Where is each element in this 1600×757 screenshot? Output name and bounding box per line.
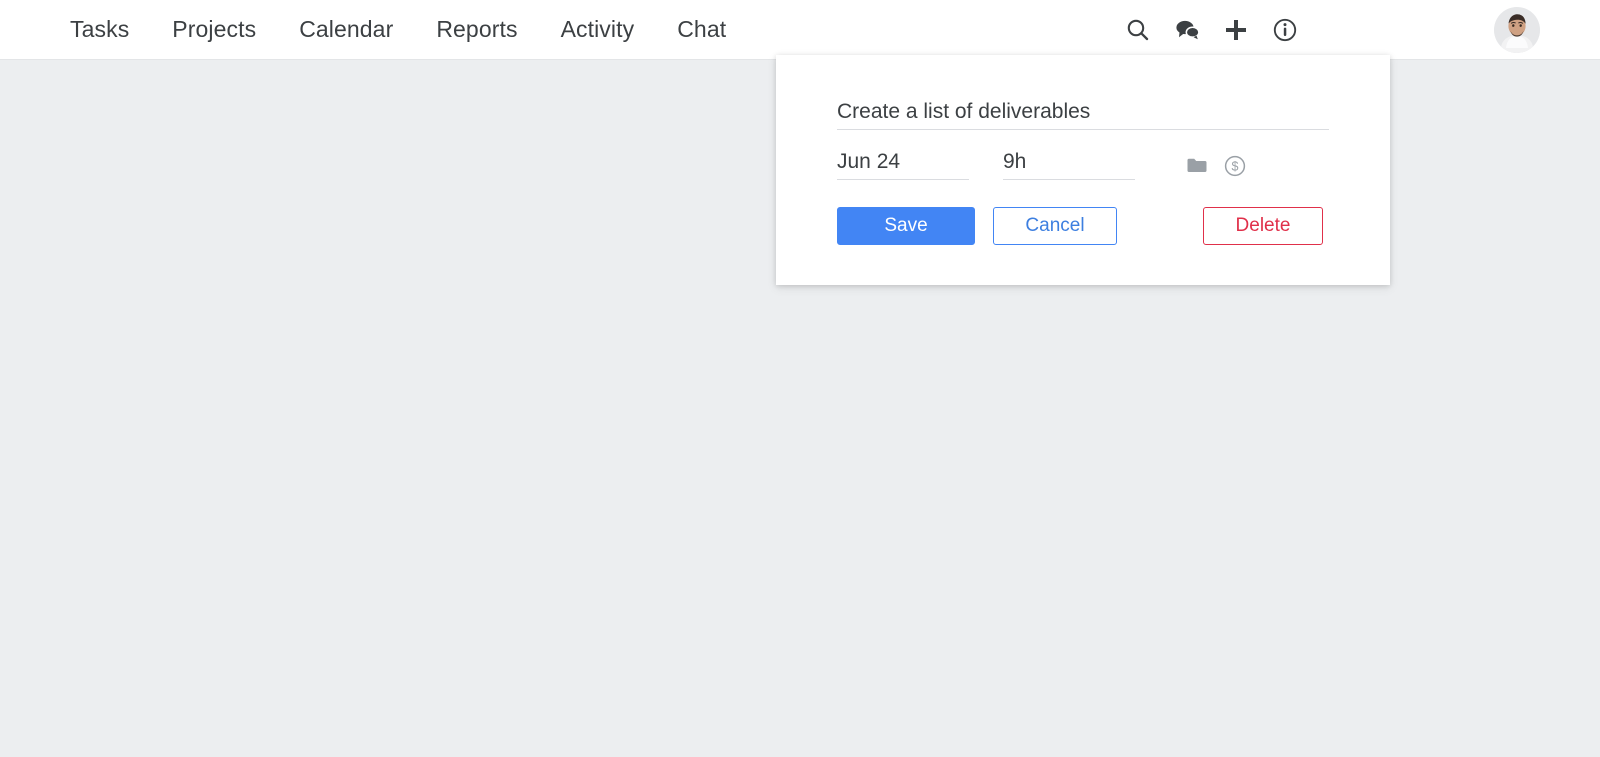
task-title-underline	[837, 129, 1329, 130]
task-date-field[interactable]: Jun 24	[837, 147, 969, 180]
nav-item-chat[interactable]: Chat	[677, 18, 726, 41]
main-navigation: Tasks Projects Calendar Reports Activity…	[70, 18, 726, 41]
nav-item-calendar[interactable]: Calendar	[299, 18, 393, 41]
dollar-circle-icon[interactable]: $	[1221, 152, 1249, 180]
task-date-value[interactable]: Jun 24	[837, 147, 969, 177]
task-date-underline	[837, 179, 969, 180]
folder-icon[interactable]	[1183, 152, 1211, 180]
task-title-value[interactable]: Create a list of deliverables	[837, 97, 1329, 127]
nav-item-projects[interactable]: Projects	[172, 18, 256, 41]
nav-item-activity[interactable]: Activity	[561, 18, 635, 41]
task-meta-row: Jun 24 9h $	[837, 147, 1259, 180]
chat-bubbles-icon[interactable]	[1167, 10, 1207, 50]
app-header: Tasks Projects Calendar Reports Activity…	[0, 0, 1600, 60]
save-button[interactable]: Save	[837, 207, 975, 245]
header-actions	[1118, 0, 1314, 60]
delete-button[interactable]: Delete	[1203, 207, 1323, 245]
task-duration-field[interactable]: 9h	[1003, 147, 1135, 180]
dialog-actions: Save Cancel Delete	[837, 207, 1323, 245]
task-duration-underline	[1003, 179, 1135, 180]
nav-item-reports[interactable]: Reports	[436, 18, 517, 41]
task-title-field[interactable]: Create a list of deliverables	[837, 97, 1329, 130]
cancel-button[interactable]: Cancel	[993, 207, 1117, 245]
plus-icon[interactable]	[1216, 10, 1256, 50]
task-edit-dialog: Create a list of deliverables Jun 24 9h …	[776, 55, 1390, 285]
nav-item-tasks[interactable]: Tasks	[70, 18, 129, 41]
info-circle-icon[interactable]	[1265, 10, 1305, 50]
avatar[interactable]	[1494, 7, 1540, 53]
task-attribute-icons: $	[1183, 147, 1259, 180]
task-duration-value[interactable]: 9h	[1003, 147, 1135, 177]
search-icon[interactable]	[1118, 10, 1158, 50]
svg-text:$: $	[1232, 160, 1239, 174]
